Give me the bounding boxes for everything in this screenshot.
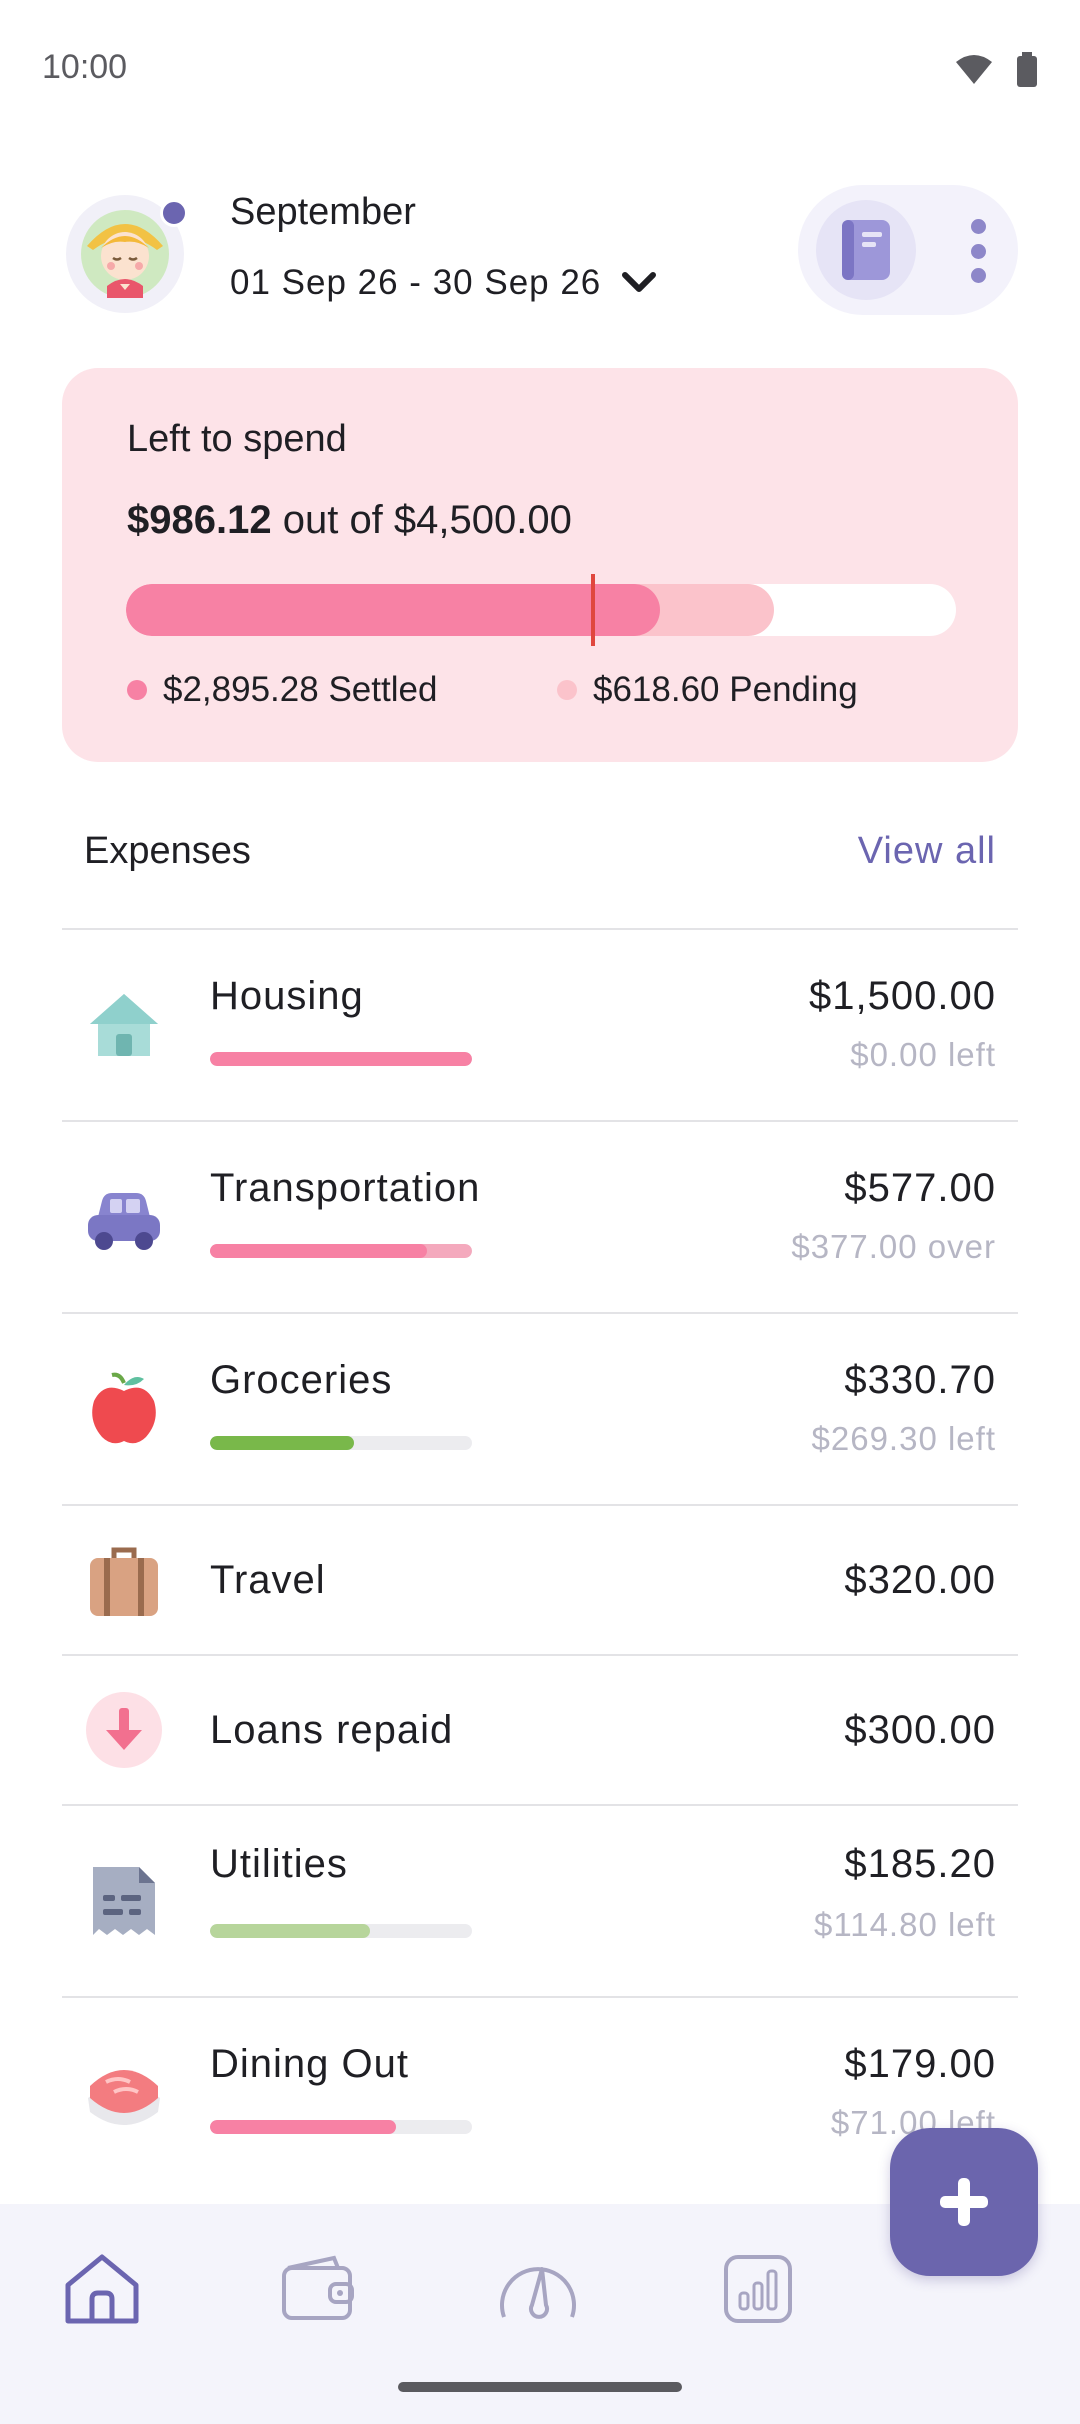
expenses-title: Expenses <box>84 830 251 872</box>
car-icon <box>84 1182 164 1262</box>
expense-progress-bar <box>210 2120 472 2134</box>
expense-remaining: $114.80 left <box>813 1906 996 1943</box>
today-marker <box>590 574 595 646</box>
expenses-header: Expenses View all <box>84 830 996 873</box>
expense-name: Dining Out <box>210 2042 409 2086</box>
apple-icon <box>84 1369 164 1449</box>
more-options-icon[interactable] <box>968 219 988 283</box>
sushi-icon <box>84 2050 164 2130</box>
expense-progress-bar <box>210 1244 472 1258</box>
home-icon <box>65 2254 139 2324</box>
expense-remaining: $269.30 left <box>811 1420 996 1457</box>
expense-progress-bar <box>210 1052 472 1066</box>
settled-dot <box>127 680 147 700</box>
notebook-icon <box>842 220 890 280</box>
plus-icon <box>940 2178 988 2226</box>
notification-dot <box>160 199 188 227</box>
expense-progress-fill <box>210 1436 355 1450</box>
expense-progress-fill <box>210 1924 370 1938</box>
bill-icon <box>84 1861 164 1941</box>
expense-amount: $330.70 <box>844 1358 996 1402</box>
down-arrow-icon <box>84 1690 164 1770</box>
status-icons <box>954 52 1038 88</box>
date-range-selector[interactable]: 01 Sep 26 - 30 Sep 26 <box>230 263 657 303</box>
header: September 01 Sep 26 - 30 Sep 26 <box>62 185 1018 315</box>
house-icon <box>84 985 164 1065</box>
wifi-icon <box>956 55 992 84</box>
expense-row-housing[interactable]: Housing $1,500.00 $0.00 left <box>62 928 1018 1120</box>
expense-row-groceries[interactable]: Groceries $330.70 $269.30 left <box>62 1312 1018 1504</box>
home-indicator <box>398 2382 682 2392</box>
budget-amount: $986.12 out of $4,500.00 <box>127 498 572 543</box>
pending-amount: $618.60 <box>593 670 720 709</box>
expense-remaining: $0.00 left <box>850 1036 996 1073</box>
expense-name: Travel <box>210 1558 326 1602</box>
budget-progress-bar <box>126 584 956 636</box>
settled-amount: $2,895.28 <box>163 670 319 709</box>
nav-insights[interactable] <box>493 2244 583 2334</box>
budget-legend: $2,895.28 Settled $618.60 Pending <box>127 670 958 710</box>
wallet-icon <box>282 2255 354 2320</box>
battery-icon <box>1017 52 1037 87</box>
nav-home[interactable] <box>57 2244 147 2334</box>
expense-amount: $1,500.00 <box>809 974 996 1018</box>
expense-row-dining-out[interactable]: Dining Out $179.00 $71.00 left <box>62 1996 1018 2188</box>
view-all-link[interactable]: View all <box>858 830 996 873</box>
pending-dot <box>557 680 577 700</box>
expense-amount: $185.20 <box>844 1842 996 1886</box>
legend-pending: $618.60 Pending <box>557 670 858 710</box>
expense-progress-fill <box>210 1052 472 1066</box>
left-to-spend-amount: $986.12 <box>127 498 272 542</box>
expense-amount: $179.00 <box>844 2042 996 2086</box>
budget-total-text: out of $4,500.00 <box>282 498 572 542</box>
expense-amount: $577.00 <box>844 1166 996 1210</box>
nav-reports[interactable] <box>713 2244 803 2334</box>
month-title: September <box>230 191 416 233</box>
status-time: 10:00 <box>42 48 128 86</box>
expense-progress-fill <box>210 2120 397 2134</box>
settled-label: Settled <box>328 670 438 709</box>
expense-name: Loans repaid <box>210 1708 454 1752</box>
expense-row-loans-repaid[interactable]: Loans repaid $300.00 <box>62 1654 1018 1804</box>
suitcase-icon <box>84 1542 164 1622</box>
expense-list: Housing $1,500.00 $0.00 left Transportat… <box>62 928 1018 2188</box>
expense-name: Housing <box>210 974 364 1018</box>
legend-settled: $2,895.28 Settled <box>127 670 557 710</box>
chevron-down-icon <box>622 272 657 292</box>
date-range-text: 01 Sep 26 - 30 Sep 26 <box>230 263 602 302</box>
avatar-character-icon <box>81 210 169 298</box>
expense-amount: $320.00 <box>844 1558 996 1602</box>
expense-row-travel[interactable]: Travel $320.00 <box>62 1504 1018 1654</box>
expense-progress-bar <box>210 1924 472 1938</box>
status-bar: 10:00 <box>0 0 1080 140</box>
settled-progress-fill <box>126 584 660 636</box>
nav-wallet[interactable] <box>273 2244 363 2334</box>
gauge-icon <box>500 2267 576 2319</box>
budget-summary-card[interactable]: Left to spend $986.12 out of $4,500.00 $… <box>62 368 1018 762</box>
budget-book-button[interactable] <box>816 200 916 300</box>
budget-title: Left to spend <box>127 418 347 460</box>
expense-amount: $300.00 <box>844 1708 996 1752</box>
expense-row-transportation[interactable]: Transportation $577.00 $377.00 over <box>62 1120 1018 1312</box>
add-transaction-button[interactable] <box>890 2128 1038 2276</box>
expense-name: Utilities <box>210 1842 348 1886</box>
expense-remaining: $377.00 over <box>791 1228 996 1265</box>
expense-name: Groceries <box>210 1358 393 1402</box>
expense-overspend-fill <box>210 1244 428 1258</box>
pending-label: Pending <box>729 670 858 709</box>
expense-row-utilities[interactable]: Utilities $185.20 $114.80 left <box>62 1804 1018 1996</box>
bar-chart-icon <box>724 2255 792 2323</box>
header-actions <box>798 185 1018 315</box>
expense-progress-bar <box>210 1436 472 1450</box>
expense-name: Transportation <box>210 1166 481 1210</box>
